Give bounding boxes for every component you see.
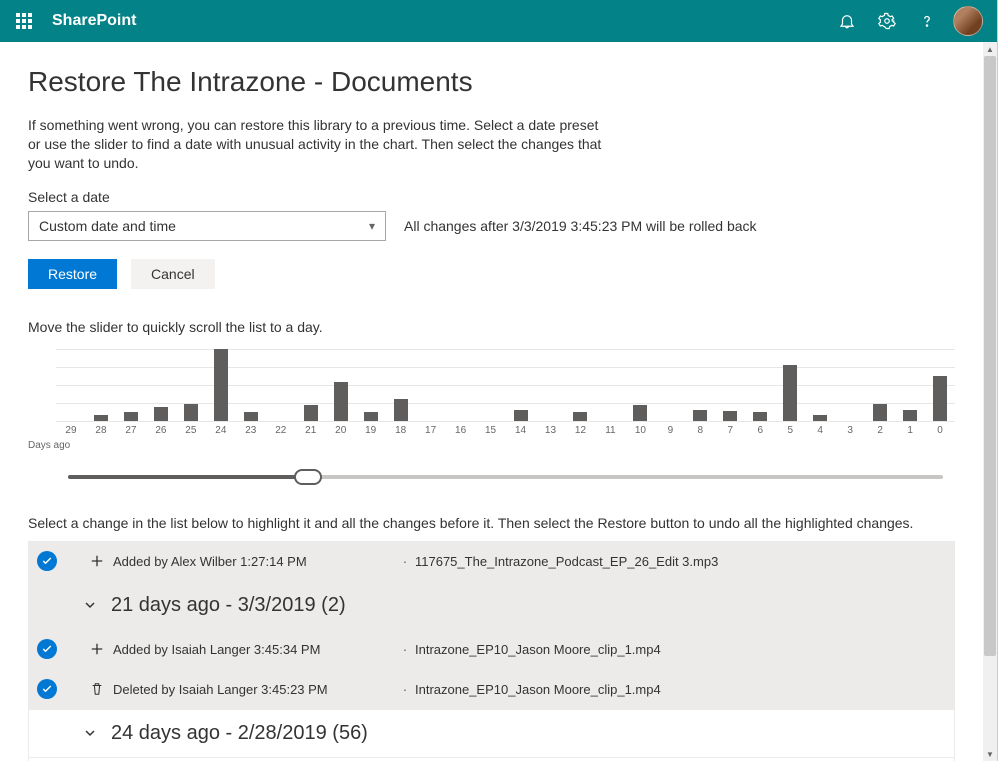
separator-dot: ·	[395, 641, 415, 657]
row-select-check[interactable]	[37, 551, 57, 571]
change-file: Intrazone_EP10_Jason Moore_clip_1.mp4	[415, 642, 661, 657]
chart-bar[interactable]	[625, 349, 655, 421]
change-text: Added by Alex Wilber 1:27:14 PM	[113, 554, 395, 569]
chart-bar[interactable]	[56, 349, 86, 421]
date-label: Select a date	[28, 189, 955, 205]
add-icon	[81, 554, 113, 568]
chart-bar[interactable]	[146, 349, 176, 421]
date-select[interactable]: Custom date and time ▾	[28, 211, 386, 241]
page-description: If something went wrong, you can restore…	[28, 116, 608, 173]
chart-bar[interactable]	[685, 349, 715, 421]
chart-bar[interactable]	[416, 349, 446, 421]
restore-button[interactable]: Restore	[28, 259, 117, 289]
group-label: 21 days ago - 3/3/2019 (2)	[111, 594, 346, 617]
chevron-down-icon	[69, 597, 111, 613]
date-select-value: Custom date and time	[39, 218, 176, 234]
change-text: Deleted by Isaiah Langer 3:45:23 PM	[113, 682, 395, 697]
change-list: ▲ Added by Alex Wilber 1:27:14 PM · 1176…	[28, 541, 955, 761]
slider-thumb[interactable]	[294, 469, 322, 485]
chevron-down-icon: ▾	[369, 219, 375, 233]
chart-bar[interactable]	[775, 349, 805, 421]
change-instruction: Select a change in the list below to hig…	[28, 515, 955, 531]
chart-bar[interactable]	[86, 349, 116, 421]
settings-icon[interactable]	[867, 0, 907, 42]
chart-bar[interactable]	[655, 349, 685, 421]
user-avatar[interactable]	[953, 6, 983, 36]
chart-bar[interactable]	[266, 349, 296, 421]
activity-chart	[28, 349, 955, 421]
change-file: Intrazone_EP10_Jason Moore_clip_1.mp4	[415, 682, 661, 697]
change-row[interactable]: Added by Alex Wilber 1:27:14 PM · 117675…	[29, 542, 954, 582]
page-scrollbar[interactable]: ▲ ▼	[983, 42, 997, 761]
delete-icon	[81, 682, 113, 696]
group-header[interactable]: 21 days ago - 3/3/2019 (2)	[29, 582, 954, 630]
chart-bar[interactable]	[386, 349, 416, 421]
chart-bar[interactable]	[565, 349, 595, 421]
chart-bar[interactable]	[805, 349, 835, 421]
app-launcher-icon[interactable]	[8, 5, 40, 37]
separator-dot: ·	[395, 553, 415, 569]
chart-bar[interactable]	[356, 349, 386, 421]
row-select-check[interactable]	[37, 639, 57, 659]
separator-dot: ·	[395, 681, 415, 697]
chart-bar[interactable]	[925, 349, 955, 421]
scroll-down-icon[interactable]: ▼	[983, 747, 997, 761]
rollback-hint: All changes after 3/3/2019 3:45:23 PM wi…	[404, 218, 757, 234]
brand-label: SharePoint	[52, 12, 136, 30]
scrollbar-thumb[interactable]	[984, 56, 996, 656]
notifications-icon[interactable]	[827, 0, 867, 42]
chart-bar[interactable]	[296, 349, 326, 421]
chart-bar[interactable]	[506, 349, 536, 421]
scroll-up-icon[interactable]: ▲	[983, 42, 997, 56]
chart-bar[interactable]	[715, 349, 745, 421]
change-row[interactable]: Added by Isaiah Langer 3:45:34 PM · Intr…	[29, 630, 954, 670]
chart-bar[interactable]	[895, 349, 925, 421]
chart-bar[interactable]	[476, 349, 506, 421]
chart-bar[interactable]	[595, 349, 625, 421]
help-icon[interactable]	[907, 0, 947, 42]
chevron-down-icon	[69, 725, 111, 741]
row-select-check[interactable]	[37, 679, 57, 699]
chart-x-axis-label: Days ago	[28, 440, 955, 451]
chart-bar[interactable]	[865, 349, 895, 421]
group-header[interactable]: 24 days ago - 2/28/2019 (56)	[29, 710, 954, 758]
page-title: Restore The Intrazone - Documents	[28, 66, 955, 98]
chart-bar[interactable]	[446, 349, 476, 421]
slider-label: Move the slider to quickly scroll the li…	[28, 319, 955, 335]
chart-bar[interactable]	[176, 349, 206, 421]
change-text: Added by Isaiah Langer 3:45:34 PM	[113, 642, 395, 657]
chart-bar[interactable]	[116, 349, 146, 421]
chart-bar[interactable]	[745, 349, 775, 421]
activity-slider[interactable]	[56, 463, 955, 491]
chart-bar[interactable]	[536, 349, 566, 421]
cancel-button[interactable]: Cancel	[131, 259, 215, 289]
add-icon	[81, 642, 113, 656]
chart-bar[interactable]	[206, 349, 236, 421]
change-file: 117675_The_Intrazone_Podcast_EP_26_Edit …	[415, 554, 718, 569]
chart-bar[interactable]	[326, 349, 356, 421]
chart-x-ticks: 2928272625242322212019181716151413121110…	[56, 425, 955, 436]
chart-bar[interactable]	[835, 349, 865, 421]
change-row[interactable]: Deleted by Isaiah Langer 3:45:23 PM · In…	[29, 670, 954, 710]
chart-bar[interactable]	[236, 349, 266, 421]
suite-header: SharePoint	[0, 0, 997, 42]
group-label: 24 days ago - 2/28/2019 (56)	[111, 722, 368, 745]
